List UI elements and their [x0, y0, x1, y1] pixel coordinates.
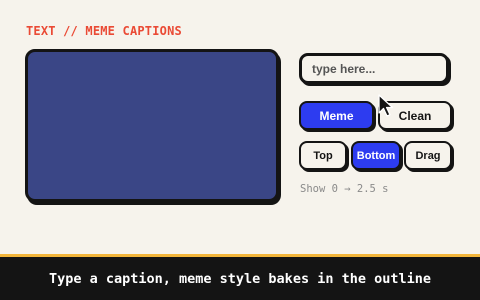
meme-style-button[interactable]: Meme [299, 101, 374, 130]
section-label: TEXT // MEME CAPTIONS [26, 24, 182, 38]
position-top-button[interactable]: Top [299, 141, 347, 170]
footer-banner: Type a caption, meme style bakes in the … [0, 254, 480, 300]
video-preview[interactable] [25, 49, 279, 202]
caption-input[interactable] [299, 53, 449, 84]
position-drag-button[interactable]: Drag [404, 141, 452, 170]
timing-range-text: Show 0 → 2.5 s [300, 183, 389, 195]
position-bottom-button[interactable]: Bottom [351, 141, 401, 170]
footer-caption: Type a caption, meme style bakes in the … [48, 270, 431, 287]
mouse-pointer-icon [378, 94, 394, 117]
